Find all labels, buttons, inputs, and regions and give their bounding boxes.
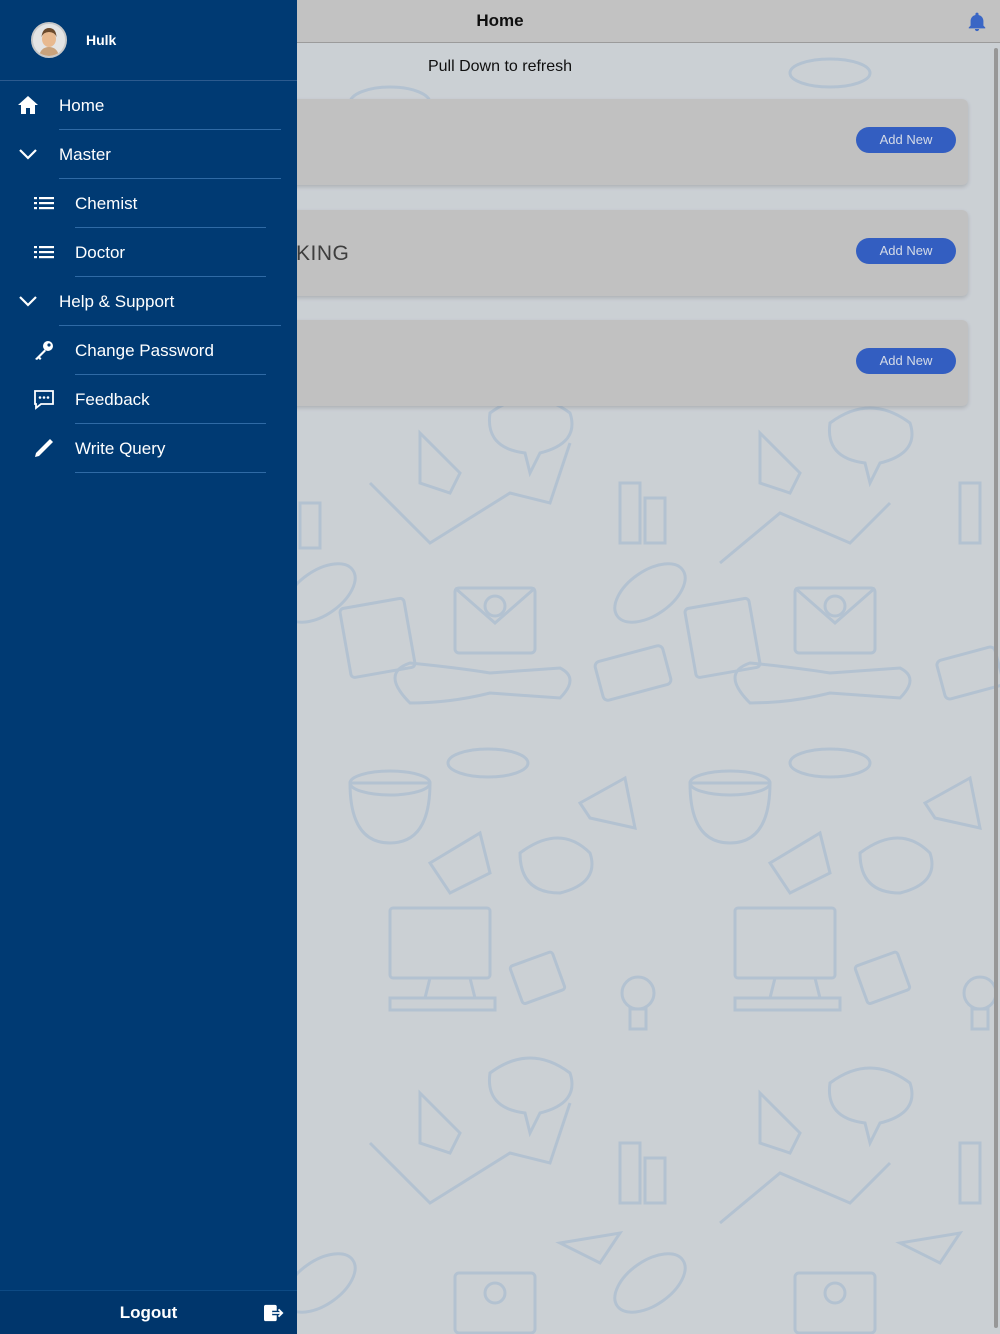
drawer-item-master[interactable]: Master — [0, 130, 297, 179]
drawer-item-home[interactable]: Home — [0, 81, 297, 130]
drawer-item-write-query[interactable]: Write Query — [0, 424, 297, 473]
chevron-down-icon — [19, 149, 37, 160]
home-icon — [18, 96, 38, 114]
card-title: KING — [296, 242, 350, 265]
add-new-button[interactable]: Add New — [856, 238, 956, 264]
drawer-item-chemist[interactable]: Chemist — [0, 179, 297, 228]
home-card: Add New — [220, 320, 968, 406]
list-icon — [34, 197, 54, 210]
divider — [75, 472, 266, 473]
add-new-button[interactable]: Add New — [856, 348, 956, 374]
add-new-button[interactable]: Add New — [856, 127, 956, 153]
drawer-profile-header[interactable]: Hulk — [0, 0, 297, 81]
navigation-drawer: Hulk Home Master Chemist Doctor Help & S… — [0, 0, 297, 1334]
pencil-icon — [35, 439, 53, 457]
logout-icon — [264, 1304, 285, 1322]
chevron-down-icon — [19, 296, 37, 307]
list-icon — [34, 246, 54, 259]
home-card: KING Add New — [220, 210, 968, 296]
notification-bell-icon[interactable] — [966, 10, 988, 34]
drawer-item-label: Chemist — [75, 194, 138, 213]
drawer-item-label: Doctor — [75, 243, 126, 262]
drawer-item-doctor[interactable]: Doctor — [0, 228, 297, 277]
user-name: Hulk — [86, 32, 117, 48]
key-icon — [35, 341, 53, 360]
drawer-item-change-password[interactable]: Change Password — [0, 326, 297, 375]
home-card: Add New — [220, 99, 968, 185]
scrollbar[interactable] — [994, 48, 998, 1328]
drawer-item-label: Help & Support — [59, 292, 175, 311]
logout-button[interactable]: Logout — [0, 1290, 297, 1334]
chat-icon — [34, 390, 54, 410]
avatar[interactable] — [31, 22, 67, 58]
drawer-item-label: Feedback — [75, 390, 150, 409]
drawer-item-help-support[interactable]: Help & Support — [0, 277, 297, 326]
logout-label: Logout — [119, 1303, 178, 1322]
drawer-item-label: Change Password — [75, 341, 214, 360]
user-avatar-icon — [33, 24, 65, 56]
drawer-item-label: Master — [59, 145, 111, 164]
drawer-item-label: Home — [59, 96, 105, 115]
drawer-item-feedback[interactable]: Feedback — [0, 375, 297, 424]
drawer-item-label: Write Query — [75, 439, 166, 458]
